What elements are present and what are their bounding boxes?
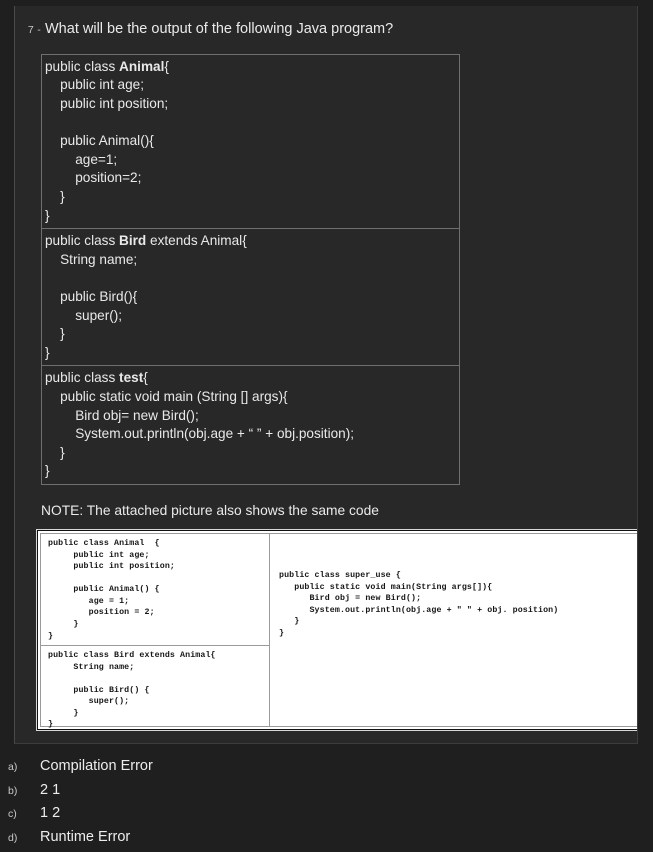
option-row-c[interactable]: c)1 2: [0, 805, 653, 829]
option-letter: b): [0, 785, 30, 797]
picture-code-line: }: [48, 619, 269, 631]
code-line: }: [45, 325, 455, 344]
question-card: 7 - What will be the output of the follo…: [14, 6, 638, 744]
picture-code-line: String name;: [48, 662, 216, 674]
code-line: }: [45, 444, 455, 463]
code-line: [45, 269, 455, 288]
picture-code-line: position = 2;: [48, 607, 269, 619]
code-line: age=1;: [45, 151, 455, 170]
picture-code-line: public static void main(String args[]){: [279, 582, 638, 594]
option-letter: d): [0, 832, 30, 844]
picture-animal-code: public class Animal { public int age; pu…: [48, 538, 269, 642]
note-text: NOTE: The attached picture also shows th…: [41, 503, 637, 518]
code-line: }: [45, 207, 455, 226]
option-text: 1 2: [30, 805, 60, 821]
code-line: super();: [45, 307, 455, 326]
answer-options: a)Compilation Errorb)2 1c)1 2d)Runtime E…: [0, 758, 653, 852]
code-cell-bird-class: public class Bird extends Animal{ String…: [42, 229, 459, 366]
picture-code-line: System.out.println(obj.age + " " + obj. …: [279, 605, 638, 617]
option-text: Runtime Error: [30, 829, 130, 845]
code-line: System.out.println(obj.age + “ ” + obj.p…: [45, 425, 455, 444]
code-line: public class test{: [45, 369, 455, 388]
question-text: What will be the output of the following…: [45, 20, 393, 39]
code-line: public Animal(){: [45, 132, 455, 151]
attached-picture[interactable]: public class Animal { public int age; pu…: [36, 529, 638, 731]
question-stem: 7 - What will be the output of the follo…: [15, 6, 637, 39]
picture-code-line: [48, 573, 269, 585]
picture-code-line: public int age;: [48, 550, 269, 562]
picture-bird-code: public class Bird extends Animal{ String…: [48, 650, 216, 731]
code-line: Bird obj= new Bird();: [45, 407, 455, 426]
picture-code-line: age = 1;: [48, 596, 269, 608]
picture-code-line: public class Bird extends Animal{: [48, 650, 216, 662]
option-text: Compilation Error: [30, 758, 153, 774]
picture-code-line: [48, 673, 216, 685]
option-row-a[interactable]: a)Compilation Error: [0, 758, 653, 782]
picture-code-line: public Bird() {: [48, 685, 216, 697]
picture-code-line: public class Animal {: [48, 538, 269, 550]
picture-code-line: public class super_use {: [279, 570, 638, 582]
picture-code-line: }: [48, 719, 216, 731]
picture-code-line: }: [48, 708, 216, 720]
code-line: public static void main (String [] args)…: [45, 388, 455, 407]
code-line: public class Bird extends Animal{: [45, 232, 455, 251]
code-line: position=2;: [45, 169, 455, 188]
code-line: public class Animal{: [45, 58, 455, 77]
option-letter: a): [0, 761, 30, 773]
picture-left-pane: public class Animal { public int age; pu…: [41, 534, 269, 726]
code-cell-test-class: public class test{ public static void ma…: [42, 366, 459, 484]
picture-code-line: super();: [48, 696, 216, 708]
picture-pane-divider: [41, 645, 269, 646]
picture-code-line: public Animal() {: [48, 584, 269, 596]
option-row-b[interactable]: b)2 1: [0, 782, 653, 806]
option-letter: c): [0, 808, 30, 820]
code-listing-table: public class Animal{ public int age; pub…: [41, 54, 460, 485]
code-line: }: [45, 188, 455, 207]
option-row-d[interactable]: d)Runtime Error: [0, 829, 653, 852]
code-line: }: [45, 462, 455, 481]
picture-code-line: public int position;: [48, 561, 269, 573]
code-line: public int age;: [45, 76, 455, 95]
picture-superuse-code: public class super_use { public static v…: [279, 570, 638, 640]
code-line: }: [45, 344, 455, 363]
picture-code-line: Bird obj = new Bird();: [279, 593, 638, 605]
attached-picture-inner: public class Animal { public int age; pu…: [40, 533, 638, 727]
code-cell-animal-class: public class Animal{ public int age; pub…: [42, 55, 459, 229]
question-number: 7 -: [15, 24, 45, 36]
picture-code-line: }: [279, 628, 638, 640]
option-text: 2 1: [30, 782, 60, 798]
picture-code-line: }: [48, 631, 269, 643]
picture-right-pane: public class super_use { public static v…: [270, 534, 638, 726]
code-line: String name;: [45, 251, 455, 270]
picture-code-line: }: [279, 616, 638, 628]
code-line: public Bird(){: [45, 288, 455, 307]
code-line: public int position;: [45, 95, 455, 114]
code-line: [45, 114, 455, 133]
